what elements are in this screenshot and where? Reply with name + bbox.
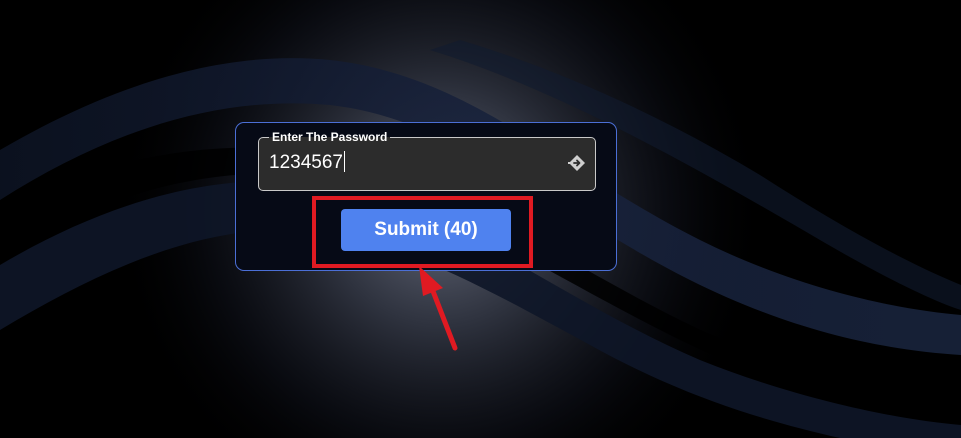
password-panel: Enter The Password 1234567 Submit (40) bbox=[235, 122, 617, 271]
password-action-icon[interactable] bbox=[567, 153, 587, 173]
password-field-label: Enter The Password bbox=[269, 129, 391, 145]
text-cursor bbox=[343, 151, 345, 172]
password-input[interactable]: 1234567 bbox=[269, 151, 345, 175]
password-field[interactable]: Enter The Password 1234567 bbox=[258, 129, 596, 191]
submit-button[interactable]: Submit (40) bbox=[341, 209, 511, 251]
password-input-value: 1234567 bbox=[269, 152, 343, 173]
page-stage: Enter The Password 1234567 Submit (40) bbox=[0, 0, 961, 438]
